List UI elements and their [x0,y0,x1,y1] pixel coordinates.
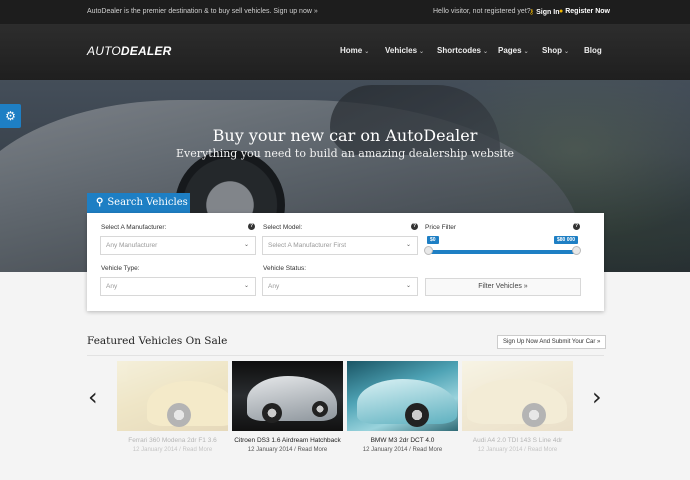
hero-title: Buy your new car on AutoDealer [212,126,478,145]
vehicle-thumbnail[interactable] [347,361,458,431]
vehicle-type-select[interactable]: Any ⌄ [100,277,256,296]
nav-shop[interactable]: Shop ⌄ [542,46,569,55]
register-link[interactable]: ● Register Now [559,8,610,15]
nav-blog[interactable]: Blog [584,46,602,55]
vehicle-status-value: Any [268,283,280,290]
gears-icon[interactable]: ⚙ [0,104,21,128]
help-icon[interactable]: ? [248,223,255,230]
vehicle-title[interactable]: Ferrari 360 Modena 2dr F1 3.6 [117,436,228,445]
price-min-badge: $0 [427,236,439,244]
manufacturer-select[interactable]: Any Manufacturer ⌄ [100,236,256,255]
help-icon[interactable]: ? [573,223,580,230]
chevron-down-icon: ⌄ [564,49,570,55]
nav-vehicles-label: Vehicles [385,46,418,55]
nav-shortcodes[interactable]: Shortcodes ⌄ [437,46,488,55]
site-header: AUTODEALER Home ⌄ Vehicles ⌄ Shortcodes ⌄ P… [0,24,690,80]
section-divider [87,355,604,356]
sign-in-link[interactable]: ⚷ Sign In [529,8,559,16]
vehicle-card[interactable]: BMW M3 2dr DCT 4.0 12 January 2014 / Rea… [347,361,458,453]
hero-subtitle: Everything you need to build an amazing … [175,147,515,160]
vehicle-thumbnail[interactable] [462,361,573,431]
register-label: Register Now [565,8,610,15]
chevron-down-icon: ⌄ [243,283,249,289]
search-panel: Select A Manufacturer: ? Any Manufacture… [87,213,604,311]
visitor-text: Hello visitor, not registered yet? [433,8,531,15]
vehicle-type-label: Vehicle Type: [101,265,140,272]
search-tab-label: Search Vehicles [107,197,188,208]
nav-home-label: Home [340,46,363,55]
model-label: Select Model: [263,224,303,231]
car-wheel [405,403,429,427]
car-wheel [167,403,191,427]
price-max-badge: $80 000 [554,236,579,244]
car-wheel [262,403,282,423]
vehicle-card[interactable]: Audi A4 2.0 TDI 143 S Line 4dr 12 Januar… [462,361,573,453]
search-vehicles-tab: ⚲ Search Vehicles [87,193,190,213]
nav-vehicles[interactable]: Vehicles ⌄ [385,46,424,55]
nav-shortcodes-label: Shortcodes [437,46,482,55]
vehicle-thumbnail[interactable] [117,361,228,431]
sign-in-label: Sign In [536,9,560,16]
chevron-down-icon: ⌄ [405,242,411,248]
manufacturer-label: Select A Manufacturer: [101,224,167,231]
submit-car-button[interactable]: Sign Up Now And Submit Your Car » [497,335,607,349]
vehicle-meta[interactable]: 12 January 2014 / Read More [117,447,228,453]
vehicle-title[interactable]: Audi A4 2.0 TDI 143 S Line 4dr [462,436,573,445]
nav-blog-label: Blog [584,46,602,55]
carousel-prev-arrow[interactable]: ‹ [88,383,98,411]
vehicle-meta[interactable]: 12 January 2014 / Read More [232,447,343,453]
vehicle-meta[interactable]: 12 January 2014 / Read More [347,447,458,453]
chevron-down-icon: ⌄ [364,49,370,55]
chevron-down-icon: ⌄ [405,283,411,289]
car-wheel [522,403,546,427]
user-icon: ● [559,8,564,15]
vehicle-status-select[interactable]: Any ⌄ [262,277,418,296]
chevron-down-icon: ⌄ [483,49,489,55]
key-icon: ⚷ [529,9,535,16]
vehicle-card[interactable]: Ferrari 360 Modena 2dr F1 3.6 12 January… [117,361,228,453]
vehicle-meta[interactable]: 12 January 2014 / Read More [462,447,573,453]
vehicle-thumbnail[interactable] [232,361,343,431]
car-shape [467,379,567,424]
chevron-down-icon: ⌄ [523,49,529,55]
price-slider-max-handle[interactable] [572,246,581,255]
nav-pages-label: Pages [498,46,522,55]
car-wheel [312,401,328,417]
nav-pages[interactable]: Pages ⌄ [498,46,529,55]
vehicle-card[interactable]: Citroen DS3 1.6 Airdream Hatchback 12 Ja… [232,361,343,453]
chevron-down-icon: ⌄ [243,242,249,248]
price-slider-min-handle[interactable] [424,246,433,255]
top-bar: AutoDealer is the premier destination & … [0,0,690,24]
vehicle-type-value: Any [106,283,118,290]
model-select[interactable]: Select A Manufacturer First ⌄ [262,236,418,255]
filter-vehicles-button[interactable]: Filter Vehicles » [425,278,581,296]
vehicle-title[interactable]: Citroen DS3 1.6 Airdream Hatchback [232,436,343,445]
featured-title: Featured Vehicles On Sale [87,335,228,347]
vehicle-title[interactable]: BMW M3 2dr DCT 4.0 [347,436,458,445]
manufacturer-value: Any Manufacturer [106,242,158,249]
nav-shop-label: Shop [542,46,562,55]
search-icon: ⚲ [96,197,104,208]
vehicle-status-label: Vehicle Status: [263,265,306,272]
main-nav: Home ⌄ Vehicles ⌄ Shortcodes ⌄ Pages ⌄ Shop ⌄… [0,46,690,58]
top-bar-tagline[interactable]: AutoDealer is the premier destination & … [87,8,318,15]
price-filter-label: Price Filter [425,224,457,231]
help-icon[interactable]: ? [411,223,418,230]
price-slider-track[interactable] [427,250,577,254]
nav-home[interactable]: Home ⌄ [340,46,369,55]
chevron-down-icon: ⌄ [419,49,425,55]
model-value: Select A Manufacturer First [268,242,347,249]
carousel-next-arrow[interactable]: › [592,383,602,411]
